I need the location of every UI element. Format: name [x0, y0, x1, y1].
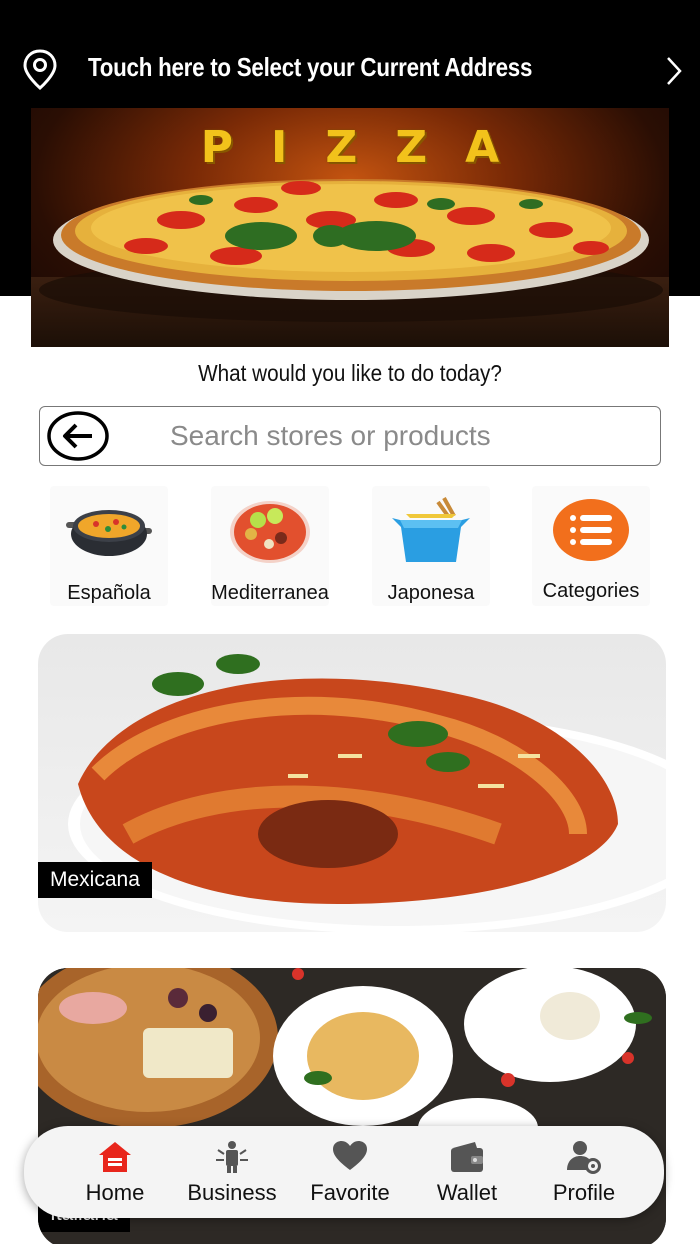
- location-pin-icon: [23, 49, 57, 90]
- heart-icon: [333, 1141, 367, 1170]
- category-label: Mediterranea: [211, 582, 329, 604]
- category-espanola[interactable]: Española: [50, 486, 168, 606]
- list-menu-icon: [553, 499, 629, 561]
- category-mediterranea[interactable]: Mediterranea: [211, 486, 329, 606]
- nav-label: Profile: [552, 1180, 616, 1205]
- back-arrow-icon[interactable]: [46, 410, 110, 462]
- category-all[interactable]: Categories: [532, 486, 650, 606]
- category-japonesa[interactable]: Japonesa: [372, 486, 490, 606]
- profile-settings-icon: [567, 1141, 601, 1174]
- search-bar[interactable]: [39, 406, 661, 466]
- category-label: Española: [67, 582, 151, 604]
- wallet-icon: [451, 1142, 483, 1172]
- nav-home[interactable]: Home: [56, 1126, 174, 1218]
- address-prompt: Touch here to Select your Current Addres…: [88, 52, 533, 82]
- category-label: Categories: [542, 580, 640, 602]
- nav-wallet[interactable]: Wallet: [408, 1126, 526, 1218]
- card-tag: Mexicana: [38, 862, 152, 898]
- promo-banner[interactable]: PIZZA: [31, 108, 669, 347]
- nav-profile[interactable]: Profile: [525, 1126, 643, 1218]
- nav-business[interactable]: Business: [173, 1126, 291, 1218]
- category-label: Japonesa: [387, 582, 475, 604]
- paella-pan-icon: [66, 510, 152, 556]
- search-input[interactable]: [170, 417, 640, 455]
- chevron-right-icon: [667, 57, 682, 85]
- address-selector[interactable]: Touch here to Select your Current Addres…: [0, 38, 700, 100]
- welcome-prompt: What would you like to do today?: [198, 360, 502, 386]
- noodle-box-icon: [392, 497, 470, 562]
- home-icon: [99, 1142, 131, 1172]
- cuisine-card-mexicana[interactable]: Mexicana: [38, 634, 666, 932]
- banner-title: PIZZA: [200, 122, 538, 173]
- category-row: Española Mediterranea Japonesa Categorie…: [0, 486, 700, 608]
- bottom-navigation: Home Business Favorite Wallet Profile: [24, 1126, 664, 1218]
- nav-favorite[interactable]: Favorite: [291, 1126, 409, 1218]
- business-person-icon: [216, 1141, 248, 1173]
- salad-bowl-icon: [230, 501, 310, 563]
